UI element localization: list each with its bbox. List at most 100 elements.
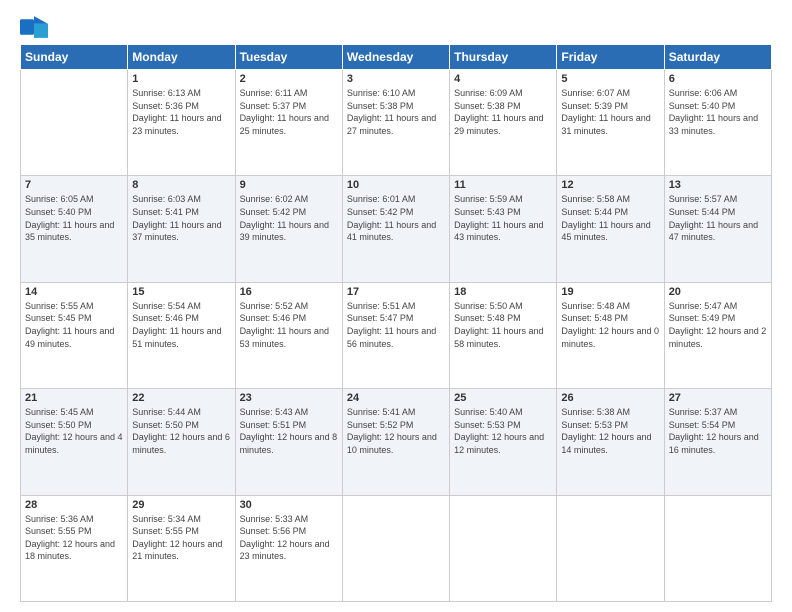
- sunrise-text: Sunrise: 5:54 AM: [132, 300, 230, 313]
- day-info: Sunrise: 5:34 AMSunset: 5:55 PMDaylight:…: [132, 513, 230, 563]
- daylight-text: Daylight: 11 hours and 58 minutes.: [454, 325, 552, 350]
- daylight-text: Daylight: 12 hours and 6 minutes.: [132, 431, 230, 456]
- sunrise-text: Sunrise: 6:11 AM: [240, 87, 338, 100]
- daylight-text: Daylight: 12 hours and 0 minutes.: [561, 325, 659, 350]
- day-number: 28: [25, 499, 123, 511]
- day-info: Sunrise: 5:37 AMSunset: 5:54 PMDaylight:…: [669, 406, 767, 456]
- calendar-week-row: 28 Sunrise: 5:36 AMSunset: 5:55 PMDayligh…: [21, 495, 772, 601]
- daylight-text: Daylight: 12 hours and 4 minutes.: [25, 431, 123, 456]
- calendar-cell: [664, 495, 771, 601]
- daylight-text: Daylight: 11 hours and 53 minutes.: [240, 325, 338, 350]
- day-info: Sunrise: 5:55 AMSunset: 5:45 PMDaylight:…: [25, 300, 123, 350]
- sunrise-text: Sunrise: 6:02 AM: [240, 193, 338, 206]
- sunrise-text: Sunrise: 5:43 AM: [240, 406, 338, 419]
- daylight-text: Daylight: 11 hours and 45 minutes.: [561, 219, 659, 244]
- daylight-text: Daylight: 12 hours and 23 minutes.: [240, 538, 338, 563]
- calendar-cell: 16 Sunrise: 5:52 AMSunset: 5:46 PMDayligh…: [235, 282, 342, 388]
- calendar-cell: 22Sunrise: 5:44 AMSunset: 5:50 PMDayligh…: [128, 389, 235, 495]
- day-info: Sunrise: 5:43 AMSunset: 5:51 PMDaylight:…: [240, 406, 338, 456]
- sunrise-text: Sunrise: 6:10 AM: [347, 87, 445, 100]
- daylight-text: Daylight: 11 hours and 37 minutes.: [132, 219, 230, 244]
- sunset-text: Sunset: 5:51 PM: [240, 419, 338, 432]
- day-number: 1: [132, 73, 230, 85]
- day-number: 2: [240, 73, 338, 85]
- day-info: Sunrise: 6:07 AMSunset: 5:39 PMDaylight:…: [561, 87, 659, 137]
- daylight-text: Daylight: 11 hours and 49 minutes.: [25, 325, 123, 350]
- calendar-week-row: 14Sunrise: 5:55 AMSunset: 5:45 PMDayligh…: [21, 282, 772, 388]
- sunrise-text: Sunrise: 5:34 AM: [132, 513, 230, 526]
- sunset-text: Sunset: 5:38 PM: [454, 100, 552, 113]
- day-number: 8: [132, 179, 230, 191]
- sunrise-text: Sunrise: 5:36 AM: [25, 513, 123, 526]
- day-info: Sunrise: 6:03 AMSunset: 5:41 PMDaylight:…: [132, 193, 230, 243]
- sunset-text: Sunset: 5:46 PM: [132, 312, 230, 325]
- calendar-cell: [21, 70, 128, 176]
- calendar-cell: 24Sunrise: 5:41 AMSunset: 5:52 PMDayligh…: [342, 389, 449, 495]
- calendar-cell: 15Sunrise: 5:54 AMSunset: 5:46 PMDayligh…: [128, 282, 235, 388]
- daylight-text: Daylight: 12 hours and 12 minutes.: [454, 431, 552, 456]
- sunset-text: Sunset: 5:53 PM: [561, 419, 659, 432]
- day-number: 11: [454, 179, 552, 191]
- calendar-cell: 1 Sunrise: 6:13 AMSunset: 5:36 PMDaylight…: [128, 70, 235, 176]
- daylight-text: Daylight: 12 hours and 18 minutes.: [25, 538, 123, 563]
- day-info: Sunrise: 6:02 AMSunset: 5:42 PMDaylight:…: [240, 193, 338, 243]
- day-info: Sunrise: 5:40 AMSunset: 5:53 PMDaylight:…: [454, 406, 552, 456]
- sunrise-text: Sunrise: 6:09 AM: [454, 87, 552, 100]
- sunrise-text: Sunrise: 6:06 AM: [669, 87, 767, 100]
- daylight-text: Daylight: 11 hours and 25 minutes.: [240, 112, 338, 137]
- day-info: Sunrise: 5:41 AMSunset: 5:52 PMDaylight:…: [347, 406, 445, 456]
- weekday-header-thursday: Thursday: [450, 45, 557, 70]
- sunset-text: Sunset: 5:38 PM: [347, 100, 445, 113]
- calendar-cell: 17Sunrise: 5:51 AMSunset: 5:47 PMDayligh…: [342, 282, 449, 388]
- calendar-cell: [450, 495, 557, 601]
- sunrise-text: Sunrise: 5:37 AM: [669, 406, 767, 419]
- day-number: 7: [25, 179, 123, 191]
- day-info: Sunrise: 5:48 AMSunset: 5:48 PMDaylight:…: [561, 300, 659, 350]
- daylight-text: Daylight: 11 hours and 29 minutes.: [454, 112, 552, 137]
- day-info: Sunrise: 5:57 AMSunset: 5:44 PMDaylight:…: [669, 193, 767, 243]
- calendar-cell: 21Sunrise: 5:45 AMSunset: 5:50 PMDayligh…: [21, 389, 128, 495]
- top-area: [20, 16, 772, 38]
- sunset-text: Sunset: 5:45 PM: [25, 312, 123, 325]
- sunset-text: Sunset: 5:49 PM: [669, 312, 767, 325]
- calendar-cell: 18Sunrise: 5:50 AMSunset: 5:48 PMDayligh…: [450, 282, 557, 388]
- day-info: Sunrise: 5:38 AMSunset: 5:53 PMDaylight:…: [561, 406, 659, 456]
- day-info: Sunrise: 5:36 AMSunset: 5:55 PMDaylight:…: [25, 513, 123, 563]
- day-number: 26: [561, 392, 659, 404]
- day-info: Sunrise: 5:52 AMSunset: 5:46 PMDaylight:…: [240, 300, 338, 350]
- calendar-cell: 7 Sunrise: 6:05 AMSunset: 5:40 PMDaylight…: [21, 176, 128, 282]
- sunset-text: Sunset: 5:50 PM: [132, 419, 230, 432]
- sunset-text: Sunset: 5:53 PM: [454, 419, 552, 432]
- sunrise-text: Sunrise: 5:47 AM: [669, 300, 767, 313]
- day-number: 29: [132, 499, 230, 511]
- sunset-text: Sunset: 5:37 PM: [240, 100, 338, 113]
- daylight-text: Daylight: 11 hours and 27 minutes.: [347, 112, 445, 137]
- calendar-cell: 8 Sunrise: 6:03 AMSunset: 5:41 PMDaylight…: [128, 176, 235, 282]
- day-number: 25: [454, 392, 552, 404]
- weekday-header-saturday: Saturday: [664, 45, 771, 70]
- calendar-cell: 10Sunrise: 6:01 AMSunset: 5:42 PMDayligh…: [342, 176, 449, 282]
- day-info: Sunrise: 6:05 AMSunset: 5:40 PMDaylight:…: [25, 193, 123, 243]
- calendar-cell: 27Sunrise: 5:37 AMSunset: 5:54 PMDayligh…: [664, 389, 771, 495]
- day-info: Sunrise: 6:06 AMSunset: 5:40 PMDaylight:…: [669, 87, 767, 137]
- weekday-header-monday: Monday: [128, 45, 235, 70]
- sunset-text: Sunset: 5:39 PM: [561, 100, 659, 113]
- calendar-cell: 4Sunrise: 6:09 AMSunset: 5:38 PMDaylight…: [450, 70, 557, 176]
- day-info: Sunrise: 5:51 AMSunset: 5:47 PMDaylight:…: [347, 300, 445, 350]
- sunset-text: Sunset: 5:44 PM: [561, 206, 659, 219]
- day-info: Sunrise: 6:13 AMSunset: 5:36 PMDaylight:…: [132, 87, 230, 137]
- day-number: 19: [561, 286, 659, 298]
- sunrise-text: Sunrise: 5:57 AM: [669, 193, 767, 206]
- calendar-cell: 20Sunrise: 5:47 AMSunset: 5:49 PMDayligh…: [664, 282, 771, 388]
- day-info: Sunrise: 6:11 AMSunset: 5:37 PMDaylight:…: [240, 87, 338, 137]
- sunset-text: Sunset: 5:40 PM: [669, 100, 767, 113]
- daylight-text: Daylight: 12 hours and 8 minutes.: [240, 431, 338, 456]
- calendar-cell: 6Sunrise: 6:06 AMSunset: 5:40 PMDaylight…: [664, 70, 771, 176]
- calendar-cell: 26 Sunrise: 5:38 AMSunset: 5:53 PMDayligh…: [557, 389, 664, 495]
- sunrise-text: Sunrise: 5:48 AM: [561, 300, 659, 313]
- day-number: 16: [240, 286, 338, 298]
- daylight-text: Daylight: 11 hours and 51 minutes.: [132, 325, 230, 350]
- sunrise-text: Sunrise: 5:51 AM: [347, 300, 445, 313]
- page: SundayMondayTuesdayWednesdayThursdayFrid…: [0, 0, 792, 612]
- daylight-text: Daylight: 12 hours and 2 minutes.: [669, 325, 767, 350]
